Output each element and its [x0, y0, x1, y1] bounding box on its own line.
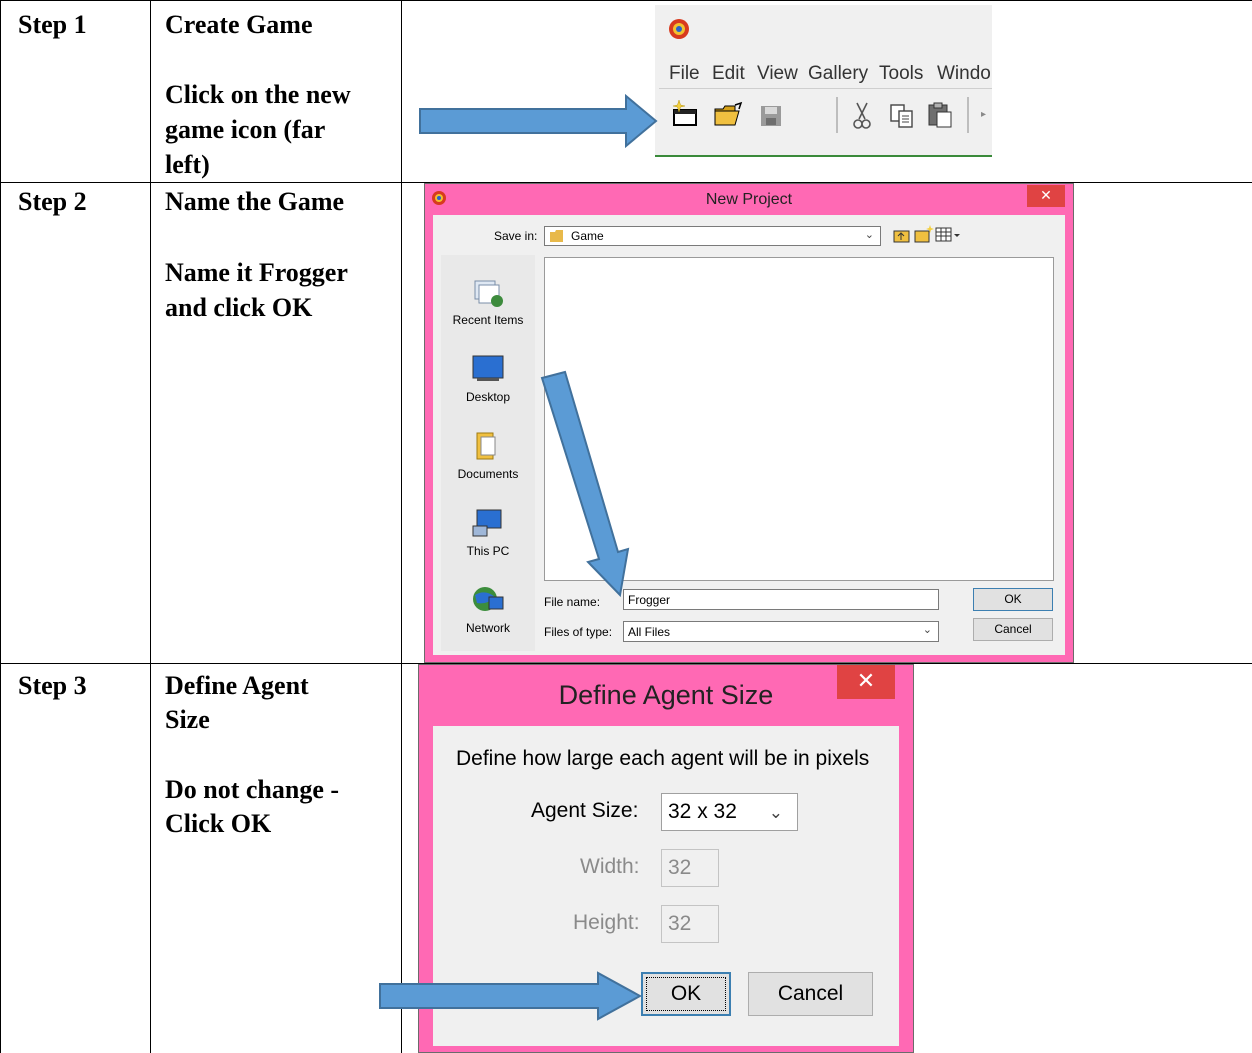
chevron-down-icon: ⌄ [922, 624, 932, 636]
files-of-type-label: Files of type: [544, 625, 613, 639]
dialog-body: Save in: Game ⌄ Recent Items Desktop Doc… [433, 215, 1065, 655]
agent-size-label: Agent Size: [531, 799, 639, 822]
place-network[interactable]: Network [441, 583, 535, 637]
table-column-divider-2 [401, 0, 402, 1053]
menu-view[interactable]: View [757, 63, 798, 85]
menu-divider [659, 88, 992, 89]
ok-button[interactable]: OK [641, 972, 731, 1016]
new-project-dialog: New Project ✕ Save in: Game ⌄ Recent Ite… [424, 183, 1074, 663]
table-column-divider-1 [150, 0, 151, 1053]
place-desktop[interactable]: Desktop [441, 352, 535, 406]
table-border-left [0, 0, 1, 1053]
place-label: Network [465, 621, 510, 635]
dialog-title: New Project [705, 191, 793, 208]
paste-icon[interactable] [926, 101, 954, 129]
close-button[interactable]: ✕ [1027, 185, 1065, 207]
step-2-number: Step 2 [18, 187, 87, 216]
table-border-top [0, 0, 1252, 1]
ok-button[interactable]: OK [973, 588, 1053, 611]
save-icon[interactable] [759, 104, 783, 128]
toolbar-separator-2 [967, 97, 969, 133]
open-folder-icon[interactable] [713, 101, 745, 129]
this-pc-icon [472, 509, 502, 537]
step-1-title: Create Game [165, 10, 313, 39]
desktop-icon [472, 355, 504, 381]
files-of-type-select[interactable]: All Files ⌄ [623, 621, 939, 642]
step-2-title: Name the Game [165, 187, 345, 216]
place-label: Desktop [465, 390, 511, 404]
step-3-title-line-1: Define Agent [165, 671, 309, 700]
menu-tools[interactable]: Tools [879, 63, 923, 85]
place-label: Documents [457, 467, 519, 481]
documents-icon [476, 432, 496, 460]
height-input[interactable]: 32 [661, 905, 719, 943]
arrow-pointing-file-name-field [540, 370, 630, 598]
cancel-button[interactable]: Cancel [973, 618, 1053, 641]
place-documents[interactable]: Documents [441, 429, 535, 483]
step-3-instruction-line-2: Click OK [165, 809, 272, 838]
toolbar-overflow-icon: ▸ [981, 109, 987, 120]
files-of-type-value: All Files [628, 625, 671, 639]
place-label: Recent Items [452, 313, 524, 327]
place-label: This PC [466, 544, 510, 558]
toolbar-separator [836, 97, 838, 133]
step-1-instruction-line-1: Click on the new [165, 80, 351, 109]
agent-size-value: 32 x 32 [668, 800, 737, 823]
view-menu-icon[interactable] [935, 227, 961, 243]
width-value: 32 [668, 856, 692, 879]
menu-edit[interactable]: Edit [712, 63, 745, 85]
cancel-button[interactable]: Cancel [748, 972, 873, 1016]
file-name-input[interactable]: Frogger [623, 589, 939, 610]
description-text: Define how large each agent will be in p… [456, 747, 870, 770]
step-2-instruction-line-2: and click OK [165, 293, 313, 322]
step-3-number: Step 3 [18, 671, 87, 700]
save-in-label: Save in: [494, 229, 538, 243]
arrow-pointing-ok-button [379, 971, 642, 1021]
step-1-instruction-line-3: left) [165, 150, 210, 179]
recent-items-icon [474, 280, 503, 307]
chevron-down-icon: ⌄ [768, 803, 783, 822]
app-logo-icon [669, 19, 689, 39]
step-3-instruction-line-1: Do not change - [165, 775, 340, 804]
chevron-down-icon: ⌄ [864, 229, 874, 241]
menu-file[interactable]: File [669, 63, 700, 85]
toolbar-screenshot: File Edit View Gallery Tools Windo ▸ [655, 5, 992, 157]
agent-size-select[interactable]: 32 x 32 ⌄ [661, 793, 798, 831]
new-folder-icon[interactable] [914, 225, 934, 243]
height-value: 32 [668, 912, 692, 935]
close-button[interactable]: ✕ [837, 665, 895, 699]
network-icon [473, 587, 504, 611]
step-1-number: Step 1 [18, 10, 87, 39]
menu-gallery[interactable]: Gallery [808, 63, 868, 85]
cut-icon[interactable] [850, 101, 874, 131]
place-recent-items[interactable]: Recent Items [441, 275, 535, 329]
height-label: Height: [573, 911, 640, 934]
save-in-value: Game [571, 229, 604, 243]
step-1-instruction-line-2: game icon (far [165, 115, 326, 144]
up-folder-icon[interactable] [893, 227, 911, 243]
new-game-icon[interactable] [671, 99, 701, 129]
places-bar: Recent Items Desktop Documents This PC N… [441, 255, 535, 651]
copy-icon[interactable] [889, 103, 915, 129]
place-this-pc[interactable]: This PC [441, 506, 535, 560]
step-3-title-line-2: Size [165, 705, 210, 734]
menu-window[interactable]: Windo [937, 63, 992, 85]
step-2-instruction-line-1: Name it Frogger [165, 258, 348, 287]
width-input[interactable]: 32 [661, 849, 719, 887]
width-label: Width: [580, 855, 640, 878]
arrow-pointing-new-game-icon [419, 94, 658, 148]
folder-icon [550, 230, 563, 242]
save-in-select[interactable]: Game ⌄ [544, 226, 881, 246]
